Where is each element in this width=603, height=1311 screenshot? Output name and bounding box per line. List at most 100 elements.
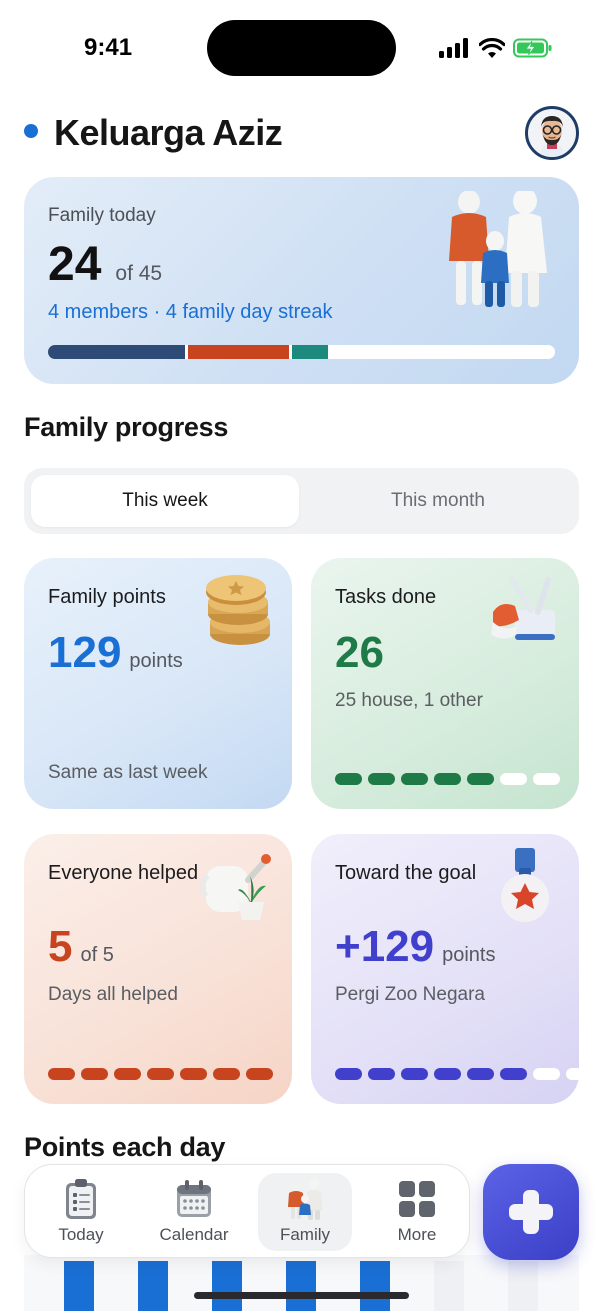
plus-icon xyxy=(509,1190,553,1234)
period-toggle: This week This month xyxy=(24,468,579,534)
progress-pill xyxy=(467,1068,494,1080)
avatar[interactable] xyxy=(525,106,579,160)
day-bar xyxy=(434,1260,464,1311)
home-indicator xyxy=(194,1292,409,1299)
dynamic-island xyxy=(207,20,396,76)
cellular-signal-icon xyxy=(439,38,468,58)
family-today-number: 24 xyxy=(48,238,102,291)
helped-progress-pills xyxy=(48,1068,273,1080)
family-today-count: 24 of 45 xyxy=(48,237,162,292)
calendar-icon xyxy=(177,1180,211,1217)
status-time: 9:41 xyxy=(84,34,133,61)
tasks-done-title: Tasks done xyxy=(335,586,437,608)
day-bar xyxy=(138,1260,168,1311)
medal-icon xyxy=(501,848,549,922)
progress-pill xyxy=(180,1068,207,1080)
progress-pill xyxy=(368,773,395,785)
tasks-progress-pills xyxy=(335,773,560,785)
progress-pill xyxy=(368,1068,395,1080)
everyone-helped-value: 5 xyxy=(48,922,73,971)
wifi-icon xyxy=(479,38,505,58)
family-streak-link[interactable]: 4 members · 4 family day streak xyxy=(48,301,333,324)
progress-pill xyxy=(213,1068,240,1080)
day-bar xyxy=(286,1260,316,1311)
family-figures-icon xyxy=(449,191,547,307)
progress-segment xyxy=(187,345,290,359)
status-icons xyxy=(439,38,553,58)
family-points-unit: points xyxy=(129,650,183,672)
progress-pill xyxy=(114,1068,141,1080)
tasks-done-value-row: 26 xyxy=(335,628,384,678)
tab-calendar[interactable]: Calendar xyxy=(147,1173,241,1251)
progress-pill xyxy=(533,773,560,785)
goal-title: Toward the goal xyxy=(335,862,477,884)
tab-today-label: Today xyxy=(58,1225,104,1244)
progress-pill xyxy=(500,1068,527,1080)
family-icon xyxy=(288,1179,323,1220)
progress-pill xyxy=(533,1068,560,1080)
family-points-comparison: Same as last week xyxy=(48,762,208,783)
goal-value: +129 xyxy=(335,922,435,971)
goal-card[interactable]: Toward the goal +129 points Pergi Zoo Ne… xyxy=(311,834,579,1104)
tab-family[interactable]: Family xyxy=(258,1173,352,1251)
progress-pill xyxy=(246,1068,273,1080)
progress-pill xyxy=(434,1068,461,1080)
family-today-total: of 45 xyxy=(115,262,163,285)
progress-segment xyxy=(48,345,185,359)
progress-pill xyxy=(500,773,527,785)
tasks-done-card[interactable]: Tasks done 26 25 house, 1 other xyxy=(311,558,579,809)
coins-icon xyxy=(206,575,270,645)
progress-pill xyxy=(335,1068,362,1080)
day-bar xyxy=(64,1260,94,1311)
points-each-day-title: Points each day xyxy=(24,1132,226,1162)
everyone-helped-card[interactable]: Everyone helped 5 of 5 Days all helped xyxy=(24,834,292,1104)
status-dot xyxy=(24,124,38,138)
tab-family-label: Family xyxy=(279,1225,331,1244)
tab-this-month[interactable]: This month xyxy=(304,475,572,527)
family-today-card[interactable]: Family today 24 of 45 4 members · 4 fami… xyxy=(24,177,579,384)
progress-pill xyxy=(48,1068,75,1080)
avatar-face-icon xyxy=(541,116,563,157)
add-button[interactable] xyxy=(483,1164,579,1260)
family-points-card[interactable]: Family points 129 points Same as last we… xyxy=(24,558,292,809)
tasks-done-value: 26 xyxy=(335,628,384,677)
tab-today[interactable]: Today xyxy=(34,1173,128,1251)
family-progress-title: Family progress xyxy=(24,412,229,442)
tab-this-week[interactable]: This week xyxy=(31,475,299,527)
battery-charging-icon xyxy=(513,38,552,58)
family-today-label: Family today xyxy=(48,205,156,226)
day-bar xyxy=(508,1260,538,1311)
tab-bar: Today Calendar Family More xyxy=(24,1164,470,1258)
goal-name: Pergi Zoo Negara xyxy=(335,984,485,1005)
progress-pill xyxy=(434,773,461,785)
progress-pill xyxy=(147,1068,174,1080)
watering-can-icon xyxy=(200,854,271,920)
everyone-helped-title: Everyone helped xyxy=(48,862,199,884)
everyone-helped-value-row: 5 of 5 xyxy=(48,922,114,972)
goal-progress-pills xyxy=(335,1068,579,1080)
tab-more-label: More xyxy=(397,1225,437,1244)
page-header: Keluarga Aziz xyxy=(24,106,579,166)
family-points-value-row: 129 points xyxy=(48,628,183,678)
progress-pill xyxy=(335,773,362,785)
progress-pill xyxy=(401,773,428,785)
clipboard-icon xyxy=(66,1179,96,1219)
goal-unit: points xyxy=(442,944,496,966)
progress-segment xyxy=(292,345,328,359)
progress-pill xyxy=(81,1068,108,1080)
grid-more-icon xyxy=(399,1181,435,1217)
family-progress-bar xyxy=(48,345,555,359)
progress-pill xyxy=(401,1068,428,1080)
points-each-day-chart xyxy=(24,1255,579,1311)
status-bar: 9:41 xyxy=(0,0,603,98)
family-points-title: Family points xyxy=(48,586,166,608)
everyone-helped-total: of 5 xyxy=(80,944,114,966)
goal-value-row: +129 points xyxy=(335,922,495,972)
progress-pill xyxy=(467,773,494,785)
broom-dustpan-icon xyxy=(491,576,555,640)
everyone-helped-caption: Days all helped xyxy=(48,984,178,1005)
tab-more[interactable]: More xyxy=(370,1173,464,1251)
progress-pill xyxy=(566,1068,579,1080)
day-bar xyxy=(212,1260,242,1311)
tasks-done-breakdown: 25 house, 1 other xyxy=(335,690,483,711)
